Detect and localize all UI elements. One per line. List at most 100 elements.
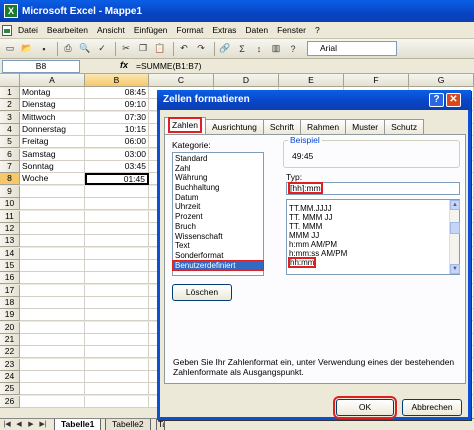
- last-sheet-icon[interactable]: ▶|: [38, 420, 48, 430]
- cell[interactable]: Sonntag: [20, 161, 85, 174]
- first-sheet-icon[interactable]: |◀: [2, 420, 12, 430]
- formula-input[interactable]: =SUMME(B1:B7): [136, 60, 201, 72]
- cell[interactable]: [20, 395, 85, 408]
- redo-icon[interactable]: ↷: [194, 42, 208, 56]
- cell[interactable]: [20, 259, 85, 272]
- row-header[interactable]: 22: [0, 346, 20, 359]
- kategorie-item[interactable]: Datum: [173, 193, 263, 203]
- row-header[interactable]: 12: [0, 222, 20, 235]
- kategorie-item[interactable]: Wissenschaft: [173, 232, 263, 242]
- cell[interactable]: [85, 296, 149, 309]
- scroll-up-icon[interactable]: ▲: [450, 200, 460, 210]
- cell[interactable]: Dienstag: [20, 99, 85, 112]
- row-header[interactable]: 5: [0, 136, 20, 149]
- cut-icon[interactable]: ✂: [119, 42, 133, 56]
- kategorie-item[interactable]: Benutzerdefiniert: [172, 259, 264, 272]
- menu-daten[interactable]: Daten: [245, 25, 268, 35]
- kategorie-item[interactable]: Standard: [173, 154, 263, 164]
- column-header-a[interactable]: A: [20, 74, 85, 87]
- select-all-corner[interactable]: [0, 74, 20, 87]
- cell[interactable]: [20, 222, 85, 235]
- print-preview-icon[interactable]: 🔍: [78, 42, 92, 56]
- cell[interactable]: 07:30: [85, 111, 149, 124]
- loeschen-button[interactable]: Löschen: [172, 284, 232, 301]
- cell[interactable]: [20, 272, 85, 285]
- row-header[interactable]: 13: [0, 235, 20, 248]
- typ-input[interactable]: [hh]:mm: [286, 182, 460, 195]
- undo-icon[interactable]: ↶: [177, 42, 191, 56]
- cell[interactable]: [85, 383, 149, 396]
- column-header-d[interactable]: D: [214, 74, 279, 87]
- cell[interactable]: 03:45: [85, 161, 149, 174]
- cell[interactable]: 03:00: [85, 148, 149, 161]
- cell[interactable]: [85, 222, 149, 235]
- row-header[interactable]: 3: [0, 111, 20, 124]
- row-header[interactable]: 14: [0, 247, 20, 260]
- cell[interactable]: [85, 272, 149, 285]
- kategorie-item[interactable]: Zahl: [173, 164, 263, 174]
- paste-icon[interactable]: 📋: [153, 42, 167, 56]
- cell[interactable]: [20, 346, 85, 359]
- sheet-tab-tabelle3[interactable]: Tabelle3: [156, 419, 165, 430]
- column-header-f[interactable]: F: [344, 74, 409, 87]
- name-box[interactable]: B8: [2, 60, 80, 73]
- row-header[interactable]: 18: [0, 296, 20, 309]
- tab-ausrichtung[interactable]: Ausrichtung: [205, 119, 264, 134]
- cell[interactable]: [85, 235, 149, 248]
- cell[interactable]: [20, 383, 85, 396]
- typ-item[interactable]: hh:mm: [287, 257, 459, 268]
- cell[interactable]: Mittwoch: [20, 111, 85, 124]
- kategorie-item[interactable]: Sonderformat: [173, 251, 263, 261]
- tab-schrift[interactable]: Schrift: [262, 119, 301, 134]
- menu-ansicht[interactable]: Ansicht: [97, 25, 125, 35]
- column-header-g[interactable]: G: [409, 74, 474, 87]
- typ-item[interactable]: TT.MM.JJJJ: [287, 204, 459, 213]
- scroll-down-icon[interactable]: ▼: [450, 264, 460, 274]
- cell[interactable]: [20, 210, 85, 223]
- cell[interactable]: [85, 371, 149, 384]
- row-header[interactable]: 9: [0, 185, 20, 198]
- next-sheet-icon[interactable]: ▶: [26, 420, 36, 430]
- menu-extras[interactable]: Extras: [212, 25, 236, 35]
- row-header[interactable]: 23: [0, 358, 20, 371]
- typ-item[interactable]: TT. MMM JJ: [287, 213, 459, 222]
- cell[interactable]: [20, 334, 85, 346]
- cell[interactable]: [20, 321, 85, 334]
- help-icon[interactable]: ?: [286, 42, 300, 56]
- menu-bearbeiten[interactable]: Bearbeiten: [47, 25, 88, 35]
- cell[interactable]: [20, 371, 85, 384]
- cell[interactable]: [85, 346, 149, 359]
- cell[interactable]: 06:00: [85, 136, 149, 149]
- sheet-tab-tabelle2[interactable]: Tabelle2: [105, 419, 151, 430]
- cell[interactable]: [85, 284, 149, 297]
- cell[interactable]: 08:45: [85, 87, 149, 99]
- tab-muster[interactable]: Muster: [345, 119, 386, 134]
- window-title-bar[interactable]: X Microsoft Excel - Mappe1: [0, 0, 474, 22]
- kategorie-list[interactable]: Standard Zahl Währung Buchhaltung Datum Uhrze…: [172, 152, 264, 276]
- menu-einfuegen[interactable]: Einfügen: [134, 25, 168, 35]
- cell[interactable]: 10:15: [85, 124, 149, 137]
- row-header[interactable]: 1: [0, 87, 20, 99]
- cell[interactable]: [20, 296, 85, 309]
- sort-icon[interactable]: ↕: [252, 42, 266, 56]
- cell[interactable]: Freitag: [20, 136, 85, 149]
- tab-zahlen[interactable]: Zahlen: [164, 117, 206, 134]
- cancel-button[interactable]: Abbrechen: [402, 399, 462, 416]
- typ-item[interactable]: h:mm:ss AM/PM: [287, 249, 459, 258]
- column-header-e[interactable]: E: [279, 74, 344, 87]
- kategorie-item[interactable]: Uhrzeit: [173, 202, 263, 212]
- spellcheck-icon[interactable]: ✓: [95, 42, 109, 56]
- cell[interactable]: [85, 321, 149, 334]
- cell[interactable]: [20, 235, 85, 248]
- row-header[interactable]: 2: [0, 99, 20, 112]
- menu-format[interactable]: Format: [176, 25, 203, 35]
- fx-icon[interactable]: fx: [120, 60, 128, 70]
- open-folder-icon[interactable]: 📂: [20, 42, 34, 56]
- cell[interactable]: [85, 334, 149, 346]
- row-header[interactable]: 7: [0, 161, 20, 174]
- cell[interactable]: Samstag: [20, 148, 85, 161]
- kategorie-item[interactable]: Prozent: [173, 212, 263, 222]
- row-header[interactable]: 8: [0, 173, 20, 186]
- tab-schutz[interactable]: Schutz: [384, 119, 425, 134]
- new-document-icon[interactable]: ▭: [3, 42, 17, 56]
